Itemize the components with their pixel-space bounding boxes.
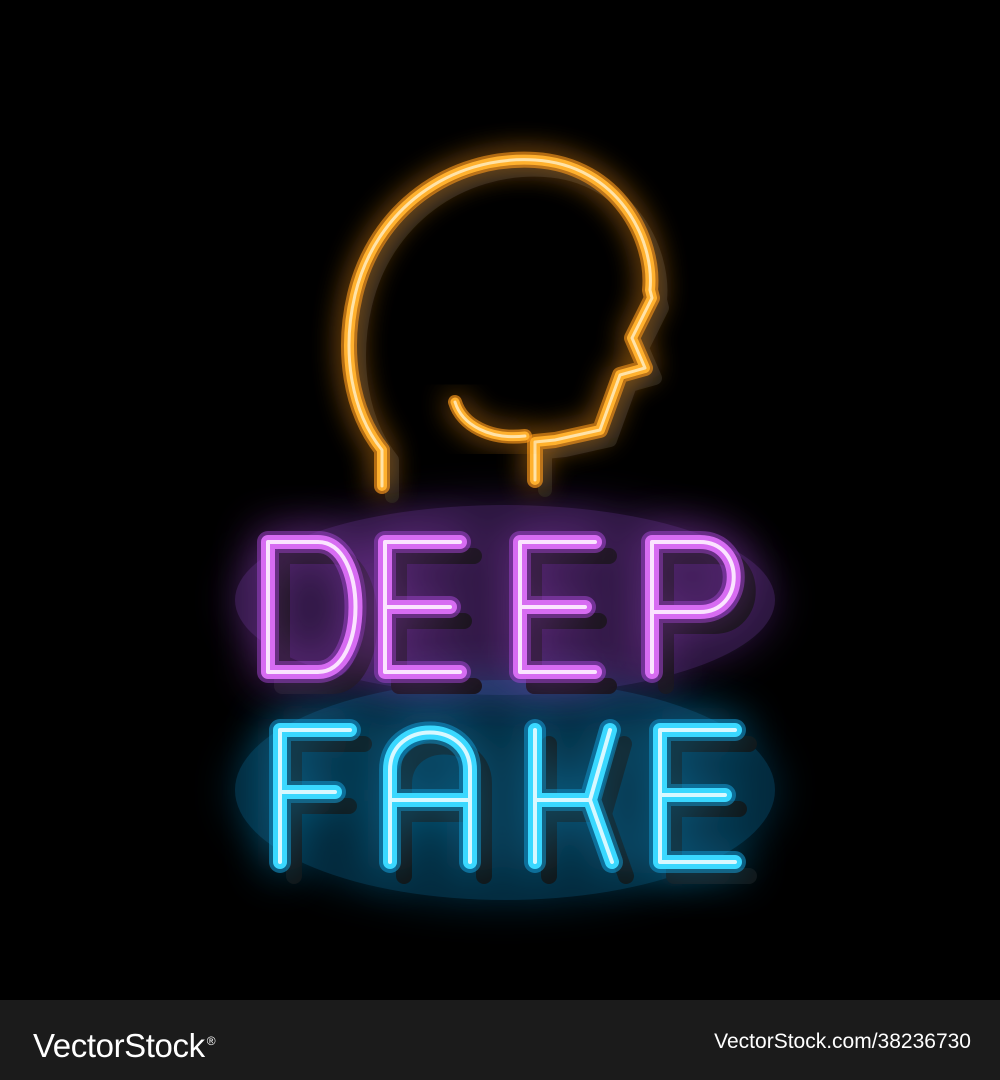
neon-svg (235, 151, 775, 900)
head-profile-icon (341, 151, 669, 503)
registered-mark: ® (206, 1034, 216, 1048)
image-id-text: VectorStock.com/38236730 (714, 1030, 971, 1053)
brand-logo: VectorStock ® (33, 1021, 216, 1066)
brand-name: VectorStock (33, 1027, 205, 1064)
watermark-footer: VectorStock ® VectorStock.com/38236730 (0, 1000, 1000, 1080)
neon-artwork (0, 0, 1000, 1000)
